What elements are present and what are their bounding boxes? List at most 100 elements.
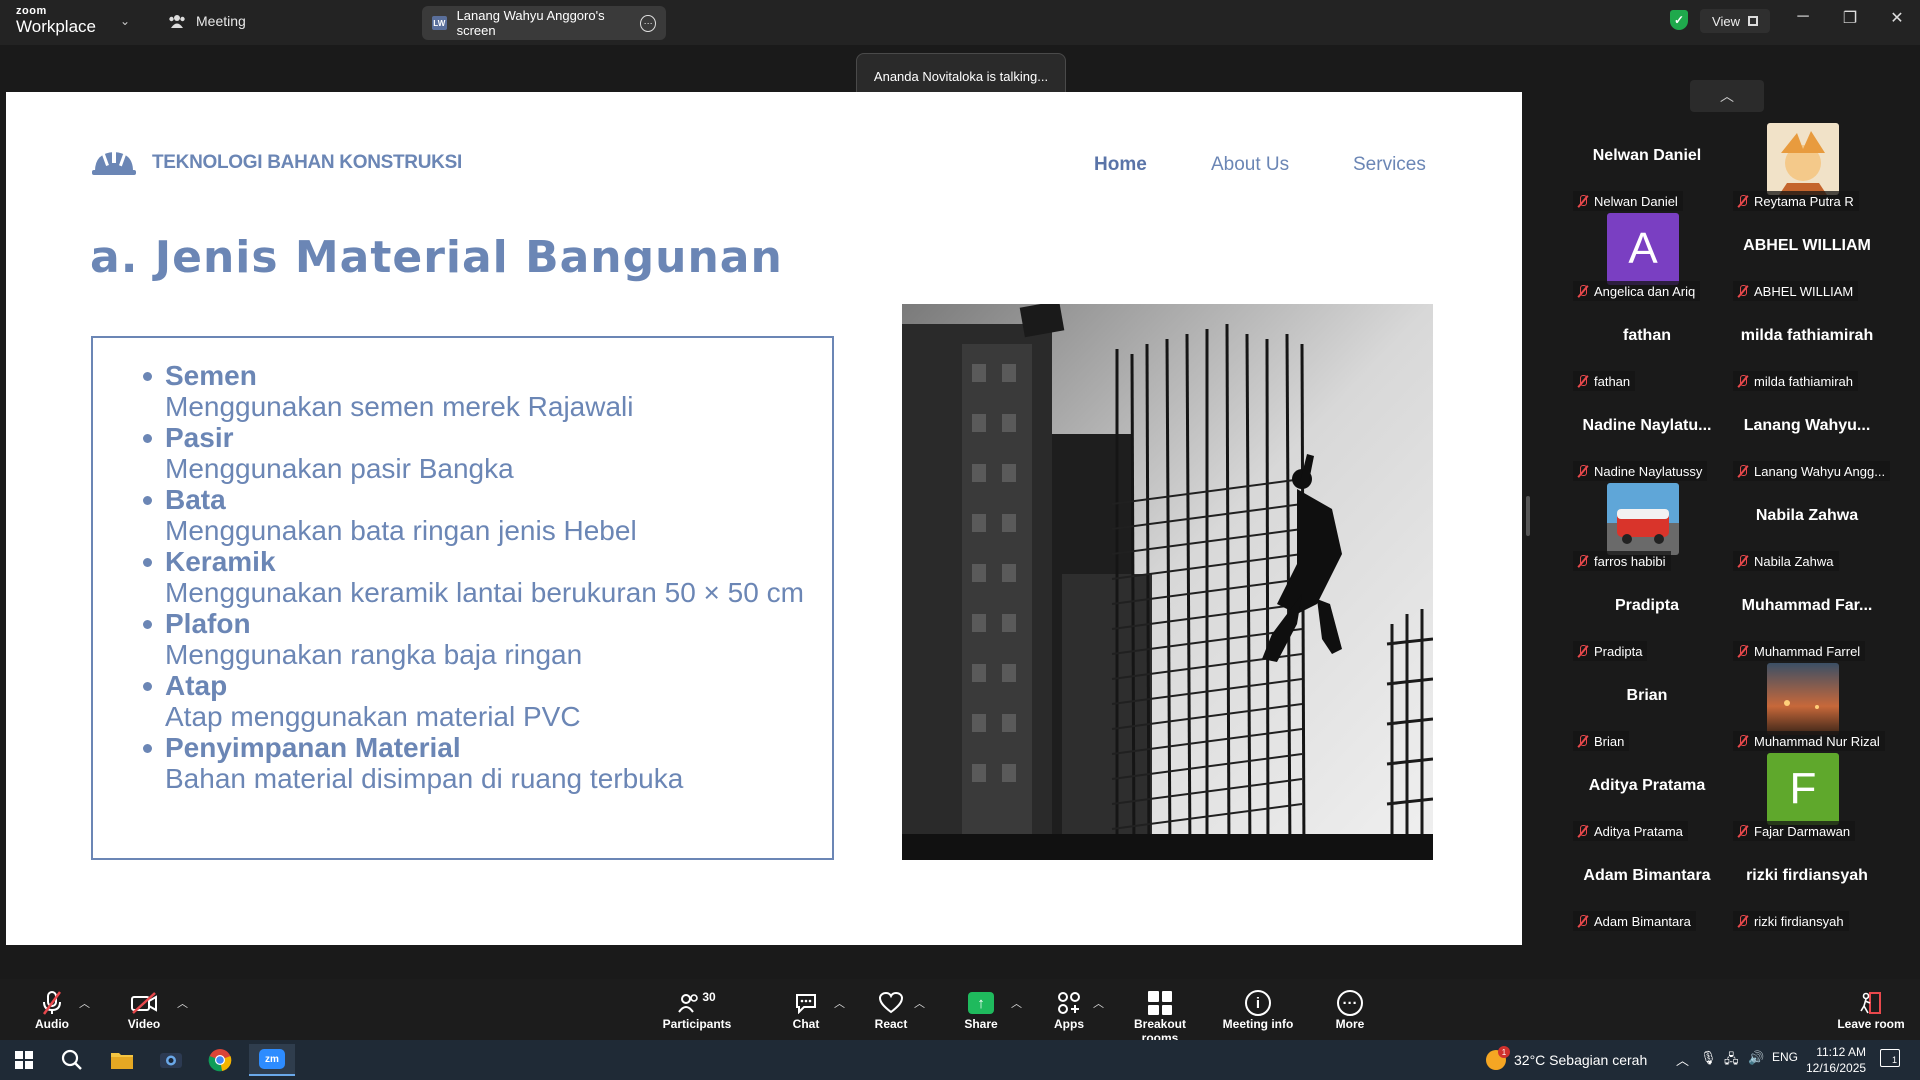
participant-name-label: Aditya Pratama bbox=[1573, 821, 1688, 841]
tab-shared-screen[interactable]: LW Lanang Wahyu Anggoro's screen ··· bbox=[422, 6, 666, 40]
participant-display-name: Muhammad Far... bbox=[1741, 597, 1873, 614]
chat-label: Chat bbox=[792, 1017, 820, 1031]
share-options-caret-icon[interactable]: ︿ bbox=[1011, 995, 1022, 1011]
participant-name: Pradipta bbox=[1594, 643, 1643, 659]
zoom-workplace-logo[interactable]: zoom Workplace bbox=[16, 5, 96, 36]
participant-display-name: Nadine Naylatu... bbox=[1582, 417, 1712, 434]
list-item: Semen Menggunakan semen merek Rajawali bbox=[143, 360, 804, 422]
participants-button[interactable]: 30 Participants bbox=[652, 989, 742, 1031]
leave-door-icon bbox=[1860, 992, 1881, 1014]
participant-tile[interactable]: Nelwan Daniel Nelwan Daniel bbox=[1567, 134, 1727, 224]
search-icon[interactable] bbox=[52, 1044, 92, 1076]
file-explorer-icon[interactable] bbox=[102, 1044, 142, 1076]
participant-tile[interactable]: fathan fathan bbox=[1567, 314, 1727, 404]
audio-options-caret-icon[interactable]: ︿ bbox=[79, 995, 90, 1011]
participants-count: 30 bbox=[702, 990, 716, 1004]
chevron-down-icon[interactable]: ⌄ bbox=[120, 14, 130, 28]
participant-tile[interactable]: milda fathiamirah milda fathiamirah bbox=[1727, 314, 1887, 404]
view-button[interactable]: View bbox=[1700, 9, 1770, 33]
video-button[interactable]: Video bbox=[99, 989, 189, 1031]
system-clock[interactable]: 11:12 AM 12/16/2025 bbox=[1806, 1044, 1866, 1076]
network-icon[interactable]: 🖧 bbox=[1724, 1050, 1739, 1072]
participant-tile[interactable]: Lanang Wahyu... Lanang Wahyu Angg... bbox=[1727, 404, 1891, 494]
more-button[interactable]: ··· More bbox=[1305, 989, 1395, 1031]
mic-muted-icon bbox=[1737, 914, 1749, 928]
hardhat-logo-icon bbox=[92, 149, 136, 175]
video-label: Video bbox=[127, 1017, 161, 1031]
chat-icon bbox=[796, 994, 816, 1014]
leave-room-label: Leave room bbox=[1837, 1017, 1905, 1031]
clock-date: 12/16/2025 bbox=[1806, 1061, 1867, 1075]
participant-tile[interactable]: Nadine Naylatu... Nadine Naylatussy bbox=[1567, 404, 1727, 494]
gallery-resize-handle[interactable] bbox=[1526, 496, 1530, 536]
participant-tile[interactable]: A Angelica dan Ariq bbox=[1567, 213, 1727, 314]
participant-tile[interactable]: Pradipta Pradipta bbox=[1567, 584, 1727, 674]
participant-tile[interactable]: Muhammad Nur Rizal bbox=[1727, 663, 1887, 764]
participant-name: fathan bbox=[1594, 373, 1631, 389]
more-options-icon[interactable]: ··· bbox=[640, 14, 656, 32]
close-icon[interactable]: ✕ bbox=[1882, 8, 1912, 28]
participant-tile[interactable]: Muhammad Far... Muhammad Farrel bbox=[1727, 584, 1887, 674]
participant-name-label: ABHEL WILLIAM bbox=[1733, 281, 1859, 301]
participant-display-name: Lanang Wahyu... bbox=[1743, 417, 1871, 434]
gallery-scroll-up-button[interactable]: ︿ bbox=[1690, 80, 1764, 112]
meeting-info-button[interactable]: i Meeting info bbox=[1213, 989, 1303, 1031]
participant-display-name: Nelwan Daniel bbox=[1592, 147, 1702, 164]
participant-name-label: farros habibi bbox=[1573, 551, 1671, 571]
participant-tile[interactable]: Aditya Pratama Aditya Pratama bbox=[1567, 764, 1727, 854]
security-shield-icon[interactable]: ✓ bbox=[1670, 10, 1688, 30]
windows-start-icon[interactable] bbox=[4, 1044, 44, 1076]
mic-muted-icon bbox=[1737, 554, 1749, 568]
participant-tile[interactable]: Brian Brian bbox=[1567, 674, 1727, 764]
react-options-caret-icon[interactable]: ︿ bbox=[914, 995, 925, 1011]
participant-display-name: ABHEL WILLIAM bbox=[1743, 237, 1871, 254]
apps-label: Apps bbox=[1054, 1017, 1084, 1031]
participant-name: milda fathiamirah bbox=[1754, 373, 1853, 389]
participant-tile[interactable]: Adam Bimantara Adam Bimantara bbox=[1567, 854, 1727, 944]
volume-icon[interactable]: 🔊 bbox=[1748, 1050, 1764, 1066]
tray-expand-icon[interactable]: ︿ bbox=[1676, 1050, 1689, 1069]
list-item: Keramik Menggunakan keramik lantai beruku… bbox=[143, 546, 804, 608]
mic-muted-icon bbox=[1577, 914, 1589, 928]
participant-tile[interactable]: Nabila Zahwa Nabila Zahwa bbox=[1727, 494, 1887, 584]
audio-label: Audio bbox=[35, 1017, 69, 1031]
participant-name: Muhammad Farrel bbox=[1754, 643, 1861, 659]
participant-name-label: milda fathiamirah bbox=[1733, 371, 1858, 391]
participants-icon bbox=[678, 994, 699, 1013]
participant-tile[interactable]: rizki firdiansyah rizki firdiansyah bbox=[1727, 854, 1887, 944]
tab-meeting-label: Meeting bbox=[196, 13, 246, 29]
participant-name: Aditya Pratama bbox=[1594, 823, 1683, 839]
restore-icon[interactable]: ❐ bbox=[1835, 8, 1865, 28]
video-options-caret-icon[interactable]: ︿ bbox=[177, 995, 188, 1011]
participant-display-name: fathan bbox=[1623, 327, 1671, 344]
weather-widget[interactable]: 32°C Sebagian cerah bbox=[1486, 1046, 1647, 1070]
tab-shared-screen-label: Lanang Wahyu Anggoro's screen bbox=[456, 8, 605, 38]
logo-top-text: zoom bbox=[16, 5, 47, 17]
chat-options-caret-icon[interactable]: ︿ bbox=[834, 995, 845, 1011]
leave-room-button[interactable]: Leave room bbox=[1826, 989, 1916, 1031]
tab-meeting[interactable]: Meeting bbox=[168, 13, 246, 29]
minimize-icon[interactable]: ─ bbox=[1788, 8, 1818, 26]
chrome-icon[interactable] bbox=[200, 1044, 240, 1076]
microphone-tray-icon[interactable]: 🎙 bbox=[1700, 1050, 1717, 1066]
participant-name-label: Brian bbox=[1573, 731, 1630, 751]
breakout-rooms-button[interactable]: Breakout rooms bbox=[1115, 989, 1205, 1045]
participant-name-label: rizki firdiansyah bbox=[1733, 911, 1849, 931]
mic-muted-icon bbox=[1577, 374, 1589, 388]
item-description: Atap menggunakan material PVC bbox=[165, 701, 581, 732]
mic-muted-icon bbox=[1737, 824, 1749, 838]
video-off-icon bbox=[131, 992, 157, 1014]
participant-tile[interactable]: ABHEL WILLIAM ABHEL WILLIAM bbox=[1727, 224, 1887, 314]
camera-app-icon[interactable] bbox=[151, 1044, 191, 1076]
sunset-avatar-image bbox=[1767, 663, 1839, 735]
language-indicator[interactable]: ENG bbox=[1772, 1050, 1798, 1064]
shared-screen: TEKNOLOGI BAHAN KONSTRUKSI Home About Us… bbox=[6, 92, 1522, 945]
participant-name: Adam Bimantara bbox=[1594, 913, 1691, 929]
participant-tile[interactable]: farros habibi bbox=[1567, 483, 1727, 584]
notification-center-icon[interactable]: 1 bbox=[1880, 1049, 1900, 1067]
participant-tile[interactable]: F Fajar Darmawan bbox=[1727, 753, 1887, 854]
apps-options-caret-icon[interactable]: ︿ bbox=[1093, 995, 1104, 1011]
zoom-taskbar-icon[interactable]: zm bbox=[249, 1044, 295, 1076]
participant-tile[interactable]: Reytama Putra R bbox=[1727, 123, 1887, 224]
participant-display-name: Adam Bimantara bbox=[1583, 867, 1711, 884]
